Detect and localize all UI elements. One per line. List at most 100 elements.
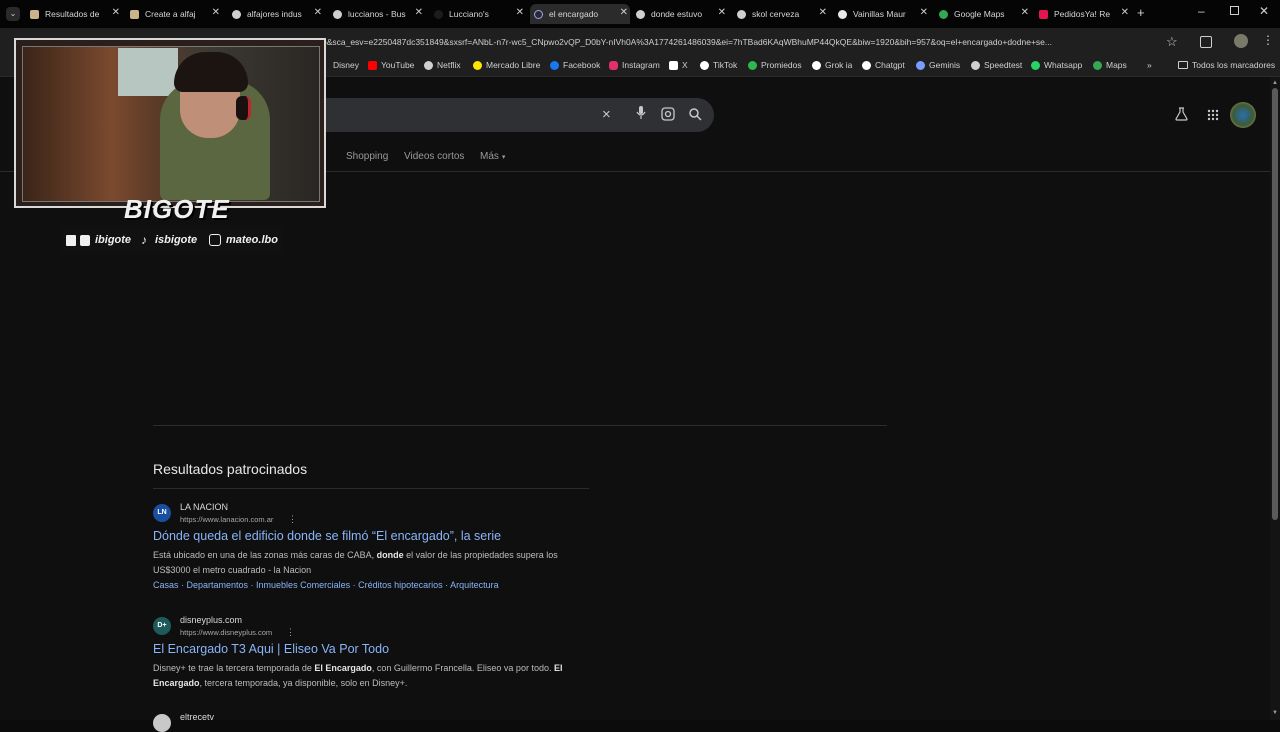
tab-resultados[interactable]: Resultados de ✕ — [30, 4, 122, 24]
divider — [153, 425, 887, 426]
bookmark-geminis[interactable]: Geminis — [916, 60, 960, 70]
tab-google-maps[interactable]: Google Maps ✕ — [939, 4, 1031, 24]
tiktok-icon — [700, 60, 709, 70]
tab-more[interactable]: Más ▾ — [480, 151, 505, 162]
bookmark-label: Geminis — [929, 60, 961, 70]
tab-close-icon[interactable]: ✕ — [1121, 7, 1129, 18]
close-window-icon[interactable]: ✕ — [1259, 4, 1269, 18]
disneyplus-icon: D+ — [153, 617, 171, 635]
speedtest-icon — [971, 60, 980, 70]
tab-luccianos[interactable]: Lucciano's ✕ — [434, 4, 526, 24]
search-input[interactable] — [290, 98, 714, 132]
extensions-icon[interactable] — [1200, 36, 1212, 48]
scrollbar-thumb[interactable] — [1272, 88, 1278, 520]
netflix-icon — [424, 60, 433, 70]
bookmark-speedtest[interactable]: Speedtest — [971, 60, 1022, 70]
tab-skol-cerveza[interactable]: skol cerveza ✕ — [737, 4, 829, 24]
tab-more-label: Más — [480, 151, 499, 162]
bookmark-label: Maps — [1106, 60, 1127, 70]
tab-title: donde estuvo — [651, 9, 703, 19]
snippet-highlight: donde — [376, 550, 404, 560]
labs-icon[interactable] — [1175, 107, 1188, 124]
all-bookmarks-folder[interactable]: Todos los marcadores — [1178, 60, 1275, 70]
scroll-up-arrow[interactable]: ▲ — [1272, 80, 1278, 86]
bookmark-tiktok[interactable]: TikTok — [700, 60, 737, 70]
divider — [153, 488, 589, 489]
bookmark-grok[interactable]: Grok ia — [812, 60, 852, 70]
eltrecetv-icon — [153, 714, 171, 732]
result-menu-icon[interactable]: ⋮ — [288, 514, 297, 525]
tab-short-videos[interactable]: Videos cortos — [404, 151, 464, 162]
bookmark-label: X — [682, 60, 688, 70]
bookmark-x[interactable]: X — [669, 60, 688, 70]
address-bar[interactable]: +grabo&sca_esv=e2250487dc351849&sxsrf=AN… — [300, 31, 1162, 53]
bookmark-instagram[interactable]: Instagram — [609, 60, 660, 70]
tab-pedidosya[interactable]: PedidosYa! Re ✕ — [1039, 4, 1131, 24]
tab-close-icon[interactable]: ✕ — [819, 7, 827, 18]
search-icon[interactable] — [688, 107, 702, 124]
bookmark-label: YouTube — [381, 60, 415, 70]
tab-close-icon[interactable]: ✕ — [718, 7, 726, 18]
clear-search-icon[interactable]: × — [602, 106, 611, 123]
snippet-text: , con Guillermo Francella. Eliseo va por… — [371, 663, 552, 673]
tab-alfajores[interactable]: alfajores indus ✕ — [232, 4, 324, 24]
youtube-icon — [368, 60, 377, 70]
bookmark-chatgpt[interactable]: Chatgpt — [862, 60, 905, 70]
scroll-down-arrow[interactable]: ▼ — [1272, 710, 1278, 716]
new-tab-button[interactable]: + — [1137, 5, 1145, 20]
bookmark-label: Instagram — [622, 60, 660, 70]
tab-donde-estuvo[interactable]: donde estuvo ✕ — [636, 4, 728, 24]
tab-close-icon[interactable]: ✕ — [620, 7, 628, 18]
bookmark-facebook[interactable]: Facebook — [550, 60, 600, 70]
result-sitelinks[interactable]: Casas · Departamentos · Inmuebles Comerc… — [153, 580, 499, 590]
result-title-link[interactable]: Dónde queda el edificio donde se filmó “… — [153, 529, 501, 543]
bookmark-whatsapp[interactable]: Whatsapp — [1031, 60, 1082, 70]
bookmark-maps[interactable]: Maps — [1093, 60, 1127, 70]
tab-luccianos-busqueda[interactable]: luccianos - Bus ✕ — [333, 4, 425, 24]
tab-close-icon[interactable]: ✕ — [212, 7, 220, 18]
tab-close-icon[interactable]: ✕ — [112, 7, 120, 18]
tab-close-icon[interactable]: ✕ — [516, 7, 524, 18]
profile-icon[interactable] — [1234, 34, 1248, 48]
bookmark-promiedos[interactable]: Promiedos — [748, 60, 802, 70]
account-avatar[interactable] — [1230, 102, 1256, 128]
chevron-down-icon: ▾ — [501, 154, 506, 161]
handle-twitch-kick: ibigote — [95, 234, 132, 246]
handle-instagram: mateo.lbo — [226, 234, 278, 246]
tab-shopping[interactable]: Shopping — [346, 151, 388, 162]
bookmark-mercado-libre[interactable]: Mercado Libre — [473, 60, 540, 70]
tab-close-icon[interactable]: ✕ — [1021, 7, 1029, 18]
apps-grid-icon[interactable] — [1207, 108, 1219, 124]
tab-vainillas[interactable]: Vainillas Maur ✕ — [838, 4, 930, 24]
instagram-icon — [209, 234, 221, 246]
tab-search-button[interactable]: ⌄ — [6, 7, 20, 21]
bookmarks-overflow-button[interactable]: » — [1147, 60, 1152, 70]
chatgpt-icon — [862, 60, 871, 70]
bookmark-disney[interactable]: Disney — [333, 60, 359, 70]
result-url: https://www.lanacion.com.ar — [180, 515, 274, 524]
result-title-link[interactable]: El Encargado T3 Aqui | Eliseo Va Por Tod… — [153, 642, 389, 656]
tab-title: skol cerveza — [752, 9, 800, 19]
result-url: https://www.disneyplus.com — [180, 628, 273, 637]
tab-el-encargado[interactable]: el encargado ✕ — [530, 4, 630, 24]
tab-favicon — [434, 9, 443, 19]
snippet-text: Está ubicado en una de las zonas más car… — [153, 550, 375, 560]
bookmark-star-icon[interactable]: ☆ — [1166, 34, 1178, 50]
tab-close-icon[interactable]: ✕ — [415, 7, 423, 18]
tab-favicon — [130, 9, 139, 19]
tab-create-alfajor[interactable]: Create a alfaj ✕ — [130, 4, 222, 24]
tiktok-icon: ♪ — [141, 233, 147, 247]
bookmark-netflix[interactable]: Netflix — [424, 60, 461, 70]
google-favicon — [737, 9, 746, 19]
result-menu-icon[interactable]: ⋮ — [286, 627, 295, 638]
maps-favicon — [939, 9, 948, 19]
minimize-icon[interactable]: – — [1198, 4, 1205, 18]
menu-icon[interactable]: ⋮ — [1262, 33, 1274, 47]
restore-icon[interactable] — [1230, 6, 1239, 15]
tab-close-icon[interactable]: ✕ — [920, 7, 928, 18]
bookmark-label: Whatsapp — [1044, 60, 1083, 70]
lens-search-icon[interactable] — [661, 107, 675, 124]
tab-close-icon[interactable]: ✕ — [314, 7, 322, 18]
bookmark-youtube[interactable]: YouTube — [368, 60, 414, 70]
voice-search-icon[interactable] — [636, 106, 646, 123]
